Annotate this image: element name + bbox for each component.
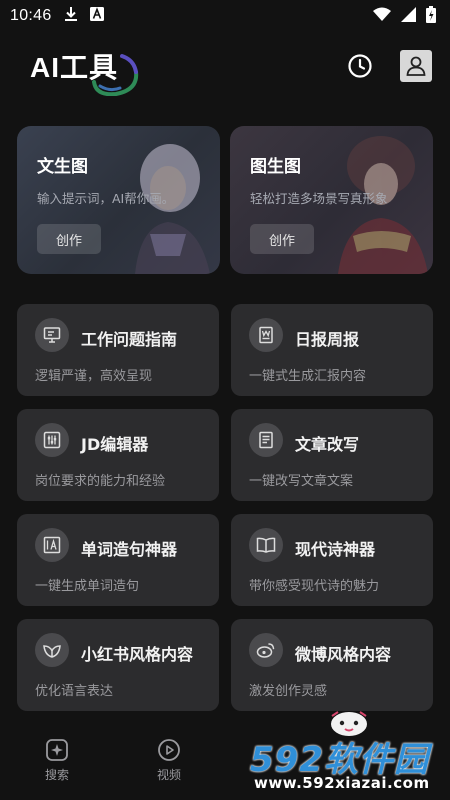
weibo-icon [249,633,283,667]
nav-label: 搜索 [44,768,69,782]
status-time: 10:46 [10,7,52,24]
signal-icon [401,6,416,26]
nav-item-video[interactable]: 视频 [144,738,194,783]
tool-desc: 优化语言表达 [35,684,114,699]
watermark-url: www.592xiazai.com [254,774,430,792]
tool-desc: 带你感受现代诗的魅力 [249,579,380,594]
status-bar: 10:46 [0,0,450,32]
tool-card-modern-poetry[interactable]: 现代诗神器 带你感受现代诗的魅力 [231,514,433,606]
card-subtitle: 输入提示词，AI帮你画。 [37,191,175,206]
create-button[interactable]: 创作 [250,224,314,254]
card-title: 文生图 [37,157,88,177]
sliders-icon [35,423,69,457]
page-title: AI工具 [30,52,119,83]
card-title: 图生图 [250,157,301,177]
tool-title: 日报周报 [295,330,360,349]
image-to-image-card[interactable]: 图生图 轻松打造多场景写真形象 创作 [230,126,433,274]
nav-item-search[interactable]: 搜索 [32,738,82,783]
profile-icon [406,56,426,76]
text-to-image-card[interactable]: 文生图 输入提示词，AI帮你画。 创作 [17,126,220,274]
tool-desc: 激发创作灵感 [249,684,328,699]
word-doc-icon [249,318,283,352]
tool-card-weibo[interactable]: 微博风格内容 激发创作灵感 [231,619,433,711]
sparkle-search-icon [46,739,68,761]
tool-card-jd-editor[interactable]: JD编辑器 岗位要求的能力和经验 [17,409,219,501]
tool-title: JD编辑器 [81,435,149,454]
tool-title: 现代诗神器 [295,540,376,559]
monitor-icon [35,318,69,352]
card-subtitle: 轻松打造多场景写真形象 [250,191,388,206]
history-icon [348,54,372,78]
download-icon [64,6,78,26]
battery-icon [426,5,436,27]
profile-button[interactable] [400,50,432,82]
nav-label: 视频 [156,768,181,782]
site-watermark: 592软件园 www.592xiazai.com [250,711,450,800]
tool-title: 工作问题指南 [81,330,178,349]
play-circle-icon [158,739,180,761]
app-header: AI工具 [0,38,450,98]
tool-card-xiaohongshu[interactable]: 小红书风格内容 优化语言表达 [17,619,219,711]
tool-card-work-guide[interactable]: 工作问题指南 逻辑严谨，高效呈现 [17,304,219,396]
tool-desc: 一键改写文章文案 [249,474,354,489]
book-icon [249,528,283,562]
tool-title: 单词造句神器 [81,540,178,559]
tool-title: 文章改写 [295,435,360,454]
tool-desc: 逻辑严谨，高效呈现 [35,369,153,384]
tool-card-daily-report[interactable]: 日报周报 一键式生成汇报内容 [231,304,433,396]
tool-desc: 岗位要求的能力和经验 [35,474,166,489]
wifi-icon [373,7,391,25]
history-button[interactable] [344,50,376,82]
tool-title: 小红书风格内容 [81,645,194,664]
tool-desc: 一键生成单词造句 [35,579,140,594]
text-image-icon [35,528,69,562]
tool-title: 微博风格内容 [295,645,392,664]
tool-desc: 一键式生成汇报内容 [249,369,367,384]
leaf-icon [35,633,69,667]
tool-card-article-rewrite[interactable]: 文章改写 一键改写文章文案 [231,409,433,501]
document-icon [249,423,283,457]
a-box-icon [89,7,104,25]
tool-card-word-sentence[interactable]: 单词造句神器 一键生成单词造句 [17,514,219,606]
create-button[interactable]: 创作 [37,224,101,254]
